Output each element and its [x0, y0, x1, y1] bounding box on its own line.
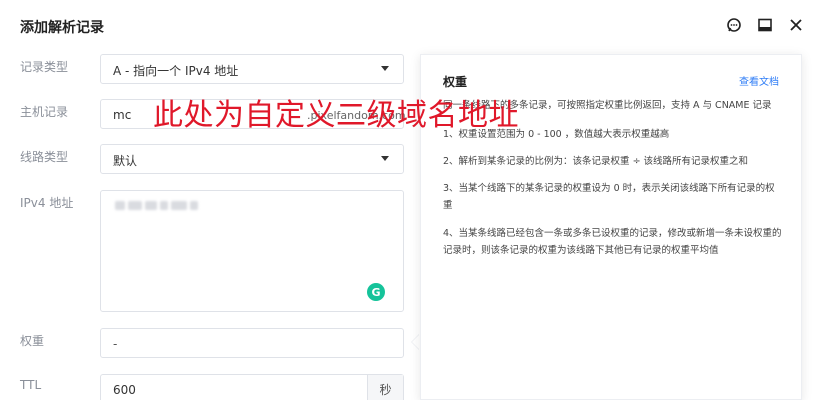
caret-down-icon	[381, 66, 389, 71]
help-line: 2、解析到某条记录的比例为：该条记录权重 ÷ 该线路所有记录权重之和	[443, 156, 749, 167]
weight-label: 权重	[20, 334, 45, 348]
ipv4-textarea[interactable]: G	[100, 190, 404, 312]
help-line: 3、当某个线路下的某条记录的权重设为 0 时，表示关闭该线路下所有记录的权重	[443, 183, 775, 211]
record-type-value: A - 指向一个 IPv4 地址	[113, 64, 239, 78]
record-type-label: 记录类型	[20, 60, 69, 74]
ttl-label: TTL	[20, 378, 42, 392]
host-record-label: 主机记录	[20, 105, 69, 119]
line-type-label: 线路类型	[20, 150, 69, 164]
host-record-value: mc	[113, 108, 132, 122]
caret-down-icon	[381, 156, 389, 161]
ttl-input[interactable]: 600 秒	[100, 374, 404, 400]
weight-input[interactable]: -	[100, 328, 404, 358]
view-docs-link[interactable]: 查看文档	[739, 73, 779, 88]
feedback-icon[interactable]	[724, 15, 744, 35]
line-type-value: 默认	[113, 154, 138, 168]
grammarly-icon[interactable]: G	[367, 283, 385, 301]
ttl-unit: 秒	[367, 375, 403, 400]
dialog-title: 添加解析记录	[20, 20, 104, 36]
weight-value: -	[113, 337, 118, 351]
ttl-value: 600	[113, 383, 136, 397]
dialog-header: 添加解析记录	[0, 0, 825, 52]
record-type-select[interactable]: A - 指向一个 IPv4 地址	[100, 54, 404, 84]
redacted-ip	[115, 201, 198, 210]
annotation-overlay: 此处为自定义二级域名地址	[153, 98, 519, 133]
help-pointer	[412, 334, 420, 350]
help-line: 4、当某条线路已经包含一条或多条已设权重的记录，修改或新增一条未设权重的记录时，…	[443, 228, 782, 256]
add-record-dialog: 添加解析记录 记录类型 A - 指向一个 IPv4 地址 主机记录 mc .pi…	[0, 0, 825, 400]
minimize-icon[interactable]	[755, 15, 775, 35]
line-type-select[interactable]: 默认	[100, 144, 404, 174]
close-icon[interactable]	[786, 15, 806, 35]
help-title: 权重	[443, 75, 468, 89]
ipv4-label: IPv4 地址	[20, 196, 74, 210]
